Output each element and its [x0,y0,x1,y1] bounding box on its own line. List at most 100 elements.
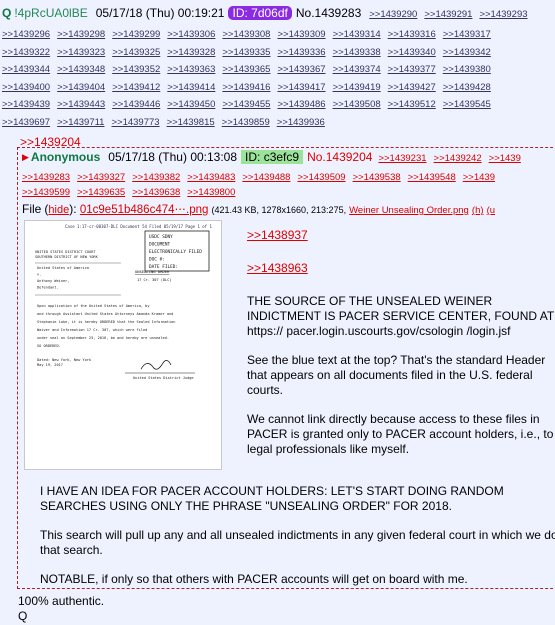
reply-backlink[interactable]: >>1439296 [2,29,50,40]
reply-backlink[interactable]: >>1439314 [333,29,381,40]
reply-backlink[interactable]: >>1439325 [112,47,160,58]
reply-backlink[interactable]: >>1439352 [112,64,160,75]
reply-backlink[interactable]: >>1439382 [132,172,180,183]
reply-backlink[interactable]: >>1439488 [242,172,290,183]
top-post-header: Q !4pRcUA0lBE 05/17/18 (Thu) 00:19:21 ID… [2,2,555,24]
reply-backlink[interactable]: >>1439327 [77,172,125,183]
post-number[interactable]: No.1439283 [296,6,361,20]
reply-backlink[interactable]: >>1439293 [479,9,527,20]
svg-text:17 Cr. 307 (DLC): 17 Cr. 307 (DLC) [137,278,172,282]
poster-id-badge[interactable]: ID: 7d06df [228,6,292,20]
reply-backlink[interactable]: >>1439380 [443,64,491,75]
reply-backlink[interactable]: >>1439548 [408,172,456,183]
reply-backlink[interactable]: >>1439638 [132,187,180,198]
file-meta: (421.43 KB, 1278x1660, 213:275, [211,205,347,215]
reply-backlink[interactable]: >>1439231 [378,153,426,164]
reply-backlink[interactable]: >>1439344 [2,64,50,75]
top-post: Q !4pRcUA0lBE 05/17/18 (Thu) 00:19:21 ID… [2,2,555,129]
reply-backlink[interactable]: >>1439306 [167,29,215,40]
poster-id-badge[interactable]: ID: c3efc9 [241,150,304,164]
original-filename-link[interactable]: Weiner Unsealing Order.png [349,205,469,216]
reply-backlink[interactable]: >>1439446 [112,99,160,110]
reply-backlink[interactable]: >>1439545 [443,99,491,110]
reply-backlink[interactable]: >>1439635 [77,187,125,198]
reply-backlink[interactable]: >>1439 [489,153,521,164]
quote-link[interactable]: >>1438937 [247,228,555,243]
reply-backlink[interactable]: >>1439290 [369,9,417,20]
reply-backlink[interactable]: >>1439697 [2,117,50,128]
reply-backlink[interactable]: >>1439455 [222,99,270,110]
reply-backlink[interactable]: >>1439508 [333,99,381,110]
reply-backlink[interactable]: >>1439512 [388,99,436,110]
reply-backlink[interactable]: >>1439509 [297,172,345,183]
reply-row: >>1439400 >>1439404 >>1439412 >>1439414 >>14… [2,77,555,95]
reply-row: >>1439344 >>1439348 >>1439352 >>1439363 >>14… [2,59,555,77]
reply-backlink[interactable]: >>1439377 [388,64,436,75]
post-arrow-icon[interactable]: ▶ [22,152,29,163]
svg-text:and through Assistant United S: and through Assistant United States Atto… [37,312,173,316]
reply-backlink[interactable]: >>1439328 [167,47,215,58]
reply-backlink[interactable]: >>1439374 [333,64,381,75]
reply-backlink[interactable]: >>1439308 [222,29,270,40]
reply-backlink[interactable]: >>1439365 [222,64,270,75]
svg-text:United States of America: United States of America [37,266,89,270]
reply-backlink[interactable]: >>1439309 [277,29,325,40]
reply-backlink[interactable]: >>1439338 [333,47,381,58]
reply-backlink[interactable]: >>1439291 [424,9,472,20]
reply-backlink[interactable]: >>1439283 [22,172,70,183]
reply-backlink[interactable]: >>1439419 [333,82,381,93]
reply-backlink[interactable]: >>1439298 [57,29,105,40]
reply-backlink[interactable]: >>1439428 [443,82,491,93]
reply-backlink[interactable]: >>1439412 [112,82,160,93]
reply-backlink[interactable]: >>1439340 [388,47,436,58]
reply-backlink[interactable]: >>1439317 [443,29,491,40]
reply-backlink[interactable]: >>1439323 [57,47,105,58]
top-reply-rows: >>1439296 >>1439298 >>1439299 >>1439306 >>14… [2,24,555,129]
quote-link[interactable]: >>1438963 [247,261,555,276]
reply-backlink[interactable]: >>1439299 [112,29,160,40]
reply-row: >>1439296 >>1439298 >>1439299 >>1439306 >>14… [2,24,555,42]
reply-backlink[interactable]: >>1439599 [22,187,70,198]
reply-row: >>1439439 >>1439443 >>1439446 >>1439450 >>14… [2,94,555,112]
reply-backlink[interactable]: >>1439815 [167,117,215,128]
hash-link[interactable]: (h) [472,205,484,216]
post-number[interactable]: No.1439204 [307,150,372,164]
reply-backlink[interactable]: >>1439483 [187,172,235,183]
reply-backlink[interactable]: >>1439404 [57,82,105,93]
hide-file-link[interactable]: hide [48,204,69,216]
reply-backlink[interactable]: >>1439336 [277,47,325,58]
reply-backlink[interactable]: >>1439800 [187,187,235,198]
reply-backlink[interactable]: >>1439316 [388,29,436,40]
reply-backlink[interactable]: >>1439414 [167,82,215,93]
post-paragraph: THE SOURCE OF THE UNSEALED WEINER INDICT… [247,294,554,338]
reply-backlink[interactable]: >>1439322 [2,47,50,58]
reply-backlink[interactable]: >>1439486 [277,99,325,110]
reply-backlink[interactable]: >>1439538 [353,172,401,183]
reply-backlink[interactable]: >>1439711 [57,117,104,128]
reply-backlink[interactable]: >>1439342 [443,47,491,58]
quoted-post-header: ▶ Anonymous 05/17/18 (Thu) 00:13:08 ID: … [22,150,528,164]
reply-backlink[interactable]: >>1439773 [111,117,159,128]
reply-backlink[interactable]: >>1439427 [388,82,436,93]
reply-backlink[interactable]: >>1439450 [167,99,215,110]
reply-row: >>1439322 >>1439323 >>1439325 >>1439328 >>14… [2,42,555,60]
file-name-link[interactable]: 01c9e51b486c474⋯.png [80,204,209,216]
reply-backlink[interactable]: >>1439936 [277,117,325,128]
reply-backlink[interactable]: >>1439367 [277,64,325,75]
post-body: >>1438937 >>1438963 THE SOURCE OF THE UN… [247,228,555,471]
reply-backlink[interactable]: >>1439443 [57,99,105,110]
post-paragraph: We cannot link directly because access t… [247,412,554,456]
reply-backlink[interactable]: >>1439859 [222,117,270,128]
reply-backlink[interactable]: >>1439242 [434,153,482,164]
reply-backlink[interactable]: >>1439363 [167,64,215,75]
reply-backlink[interactable]: >>1439335 [222,47,270,58]
reply-backlink[interactable]: >>1439348 [57,64,105,75]
reply-backlink[interactable]: >>1439400 [2,82,50,93]
document-thumbnail[interactable]: Case 1:17-cr-00307-DLC Document 54 Filed… [24,220,222,470]
upload-link[interactable]: (u [487,205,495,216]
reply-backlink[interactable]: >>1439417 [277,82,325,93]
reply-row: >>1439697 >>1439711 >>1439773 >>1439815 >>14… [2,112,555,130]
reply-backlink[interactable]: >>1439 [463,172,495,183]
reply-backlink[interactable]: >>1439416 [222,82,270,93]
reply-backlink[interactable]: >>1439439 [2,99,50,110]
